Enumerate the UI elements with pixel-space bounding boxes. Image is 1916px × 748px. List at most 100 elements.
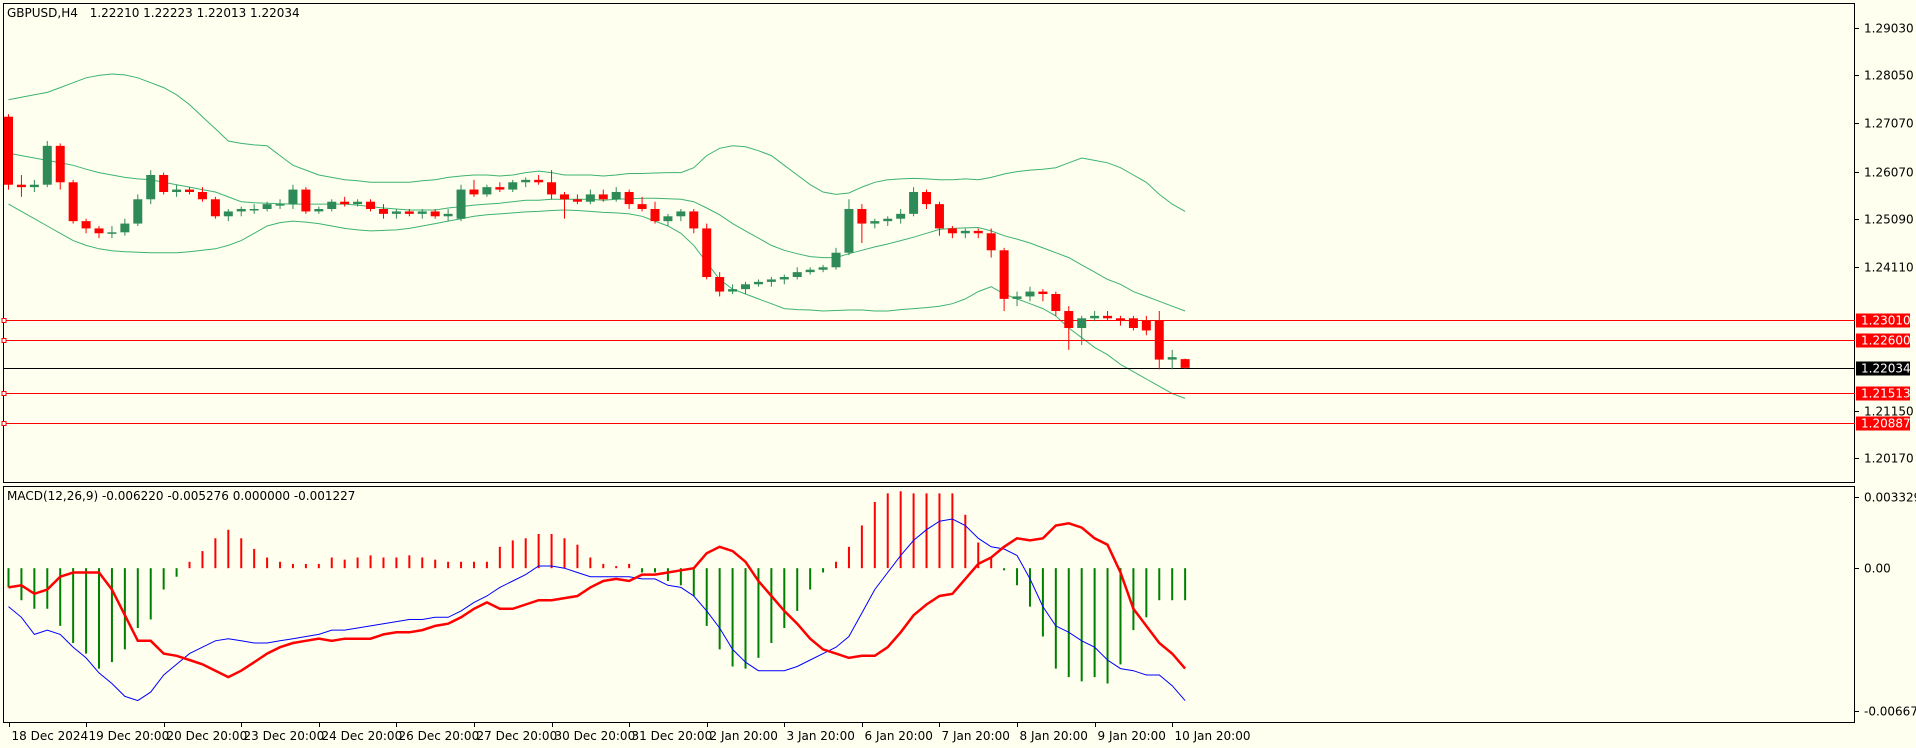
level-handle — [1, 338, 7, 343]
time-tick-label: 10 Jan 20:00 — [1175, 729, 1251, 743]
price-tick-label: 1.26070 — [1864, 166, 1914, 180]
candle-body — [947, 228, 957, 234]
candle-body — [1167, 357, 1177, 360]
candle-body — [120, 223, 130, 233]
current-price-label: 1.22034 — [1861, 362, 1911, 376]
candle-body — [676, 211, 686, 217]
candle-body — [314, 208, 324, 212]
candle-body — [960, 230, 970, 234]
candle-body — [1025, 291, 1035, 297]
candle-body — [1154, 320, 1164, 360]
candle-body — [210, 199, 220, 217]
chart-window: 1.29030 1.28050 1.27070 1.26070 1.25090 1.241… — [0, 0, 1916, 748]
candle-body — [572, 199, 582, 202]
candle-body — [159, 174, 169, 192]
candle-body — [81, 221, 91, 229]
candle-body — [404, 211, 414, 214]
time-tick-label: 3 Jan 20:00 — [787, 729, 855, 743]
chart-canvas: 1.29030 1.28050 1.27070 1.26070 1.25090 1.241… — [0, 0, 1916, 748]
macd-tick-label: -0.006675 — [1864, 705, 1916, 719]
time-tick-label: 27 Dec 20:00 — [477, 729, 558, 743]
candle — [702, 223, 712, 280]
time-tick-label: 8 Jan 20:00 — [1020, 729, 1088, 743]
candle-body — [689, 211, 699, 229]
candle-body — [896, 213, 906, 219]
candle-body — [1077, 318, 1087, 329]
price-tick-label: 1.27070 — [1864, 117, 1914, 131]
candle-body — [766, 279, 776, 282]
candle-body — [340, 201, 350, 205]
time-tick-label: 9 Jan 20:00 — [1098, 729, 1166, 743]
time-tick-label: 2 Jan 20:00 — [710, 729, 778, 743]
candle-body — [611, 191, 621, 200]
candle — [68, 179, 78, 224]
candle-body — [288, 189, 298, 205]
time-tick-label: 23 Dec 20:00 — [244, 729, 325, 743]
candle-body — [818, 267, 828, 270]
candle-body — [741, 284, 751, 290]
background — [0, 0, 1916, 748]
candle-body — [909, 191, 919, 214]
candle-body — [94, 228, 104, 234]
candle-body — [275, 204, 285, 206]
time-tick-label: 19 Dec 20:00 — [89, 729, 170, 743]
time-tick-label: 6 Jan 20:00 — [865, 729, 933, 743]
candle-body — [559, 194, 569, 200]
time-tick-label: 30 Dec 20:00 — [555, 729, 636, 743]
candle-body — [456, 189, 466, 219]
price-tick-label: 1.24110 — [1864, 261, 1914, 275]
level-handle — [1, 318, 7, 323]
candle — [210, 196, 220, 219]
candle-body — [1103, 315, 1113, 319]
candle — [159, 172, 169, 195]
price-tick-label: 1.20170 — [1864, 452, 1914, 466]
candle-body — [1180, 359, 1190, 368]
candle-body — [844, 208, 854, 253]
candle-body — [391, 211, 401, 214]
candle — [4, 114, 13, 190]
candle-body — [922, 191, 932, 205]
level-handle — [1, 421, 7, 426]
level-price-label: 1.22600 — [1861, 334, 1911, 348]
candle-body — [1012, 296, 1022, 299]
candle-body — [443, 213, 453, 217]
candle-body — [262, 204, 272, 209]
candle-body — [16, 184, 26, 188]
candle-body — [133, 199, 143, 224]
candle-body — [1141, 320, 1151, 331]
candle-body — [753, 281, 763, 285]
candle-body — [1038, 291, 1048, 295]
candle-body — [585, 194, 595, 202]
candle-body — [521, 179, 531, 183]
candle-body — [598, 194, 608, 200]
candle-body — [637, 204, 647, 209]
candle-body — [508, 182, 518, 190]
macd-tick-label: 0.00 — [1864, 562, 1891, 576]
time-tick-label: 24 Dec 20:00 — [322, 729, 403, 743]
symbol-text: GBPUSD,H4 — [7, 6, 78, 20]
candle — [42, 140, 52, 188]
candle-body — [301, 189, 311, 212]
candle-body — [146, 174, 156, 200]
candle-body — [831, 252, 841, 268]
macd-tick-label: 0.003329 — [1864, 491, 1916, 505]
time-tick-label: 20 Dec 20:00 — [167, 729, 248, 743]
candle-body — [702, 228, 712, 278]
candle-body — [378, 208, 388, 214]
price-tick-label: 1.28050 — [1864, 69, 1914, 83]
price-tick-label: 1.29030 — [1864, 22, 1914, 36]
candle-body — [417, 211, 427, 214]
candle-body — [236, 208, 246, 212]
candle-body — [663, 216, 673, 222]
candle-body — [650, 208, 660, 222]
candle — [301, 187, 311, 214]
candle-body — [249, 208, 259, 211]
candle-body — [107, 232, 117, 234]
candle-body — [353, 201, 363, 205]
level-price-label: 1.23010 — [1861, 314, 1911, 328]
candle-body — [934, 204, 944, 229]
time-tick-label: 26 Dec 20:00 — [399, 729, 480, 743]
candle-body — [185, 189, 195, 192]
candle — [146, 170, 156, 205]
candle-body — [1064, 311, 1074, 329]
